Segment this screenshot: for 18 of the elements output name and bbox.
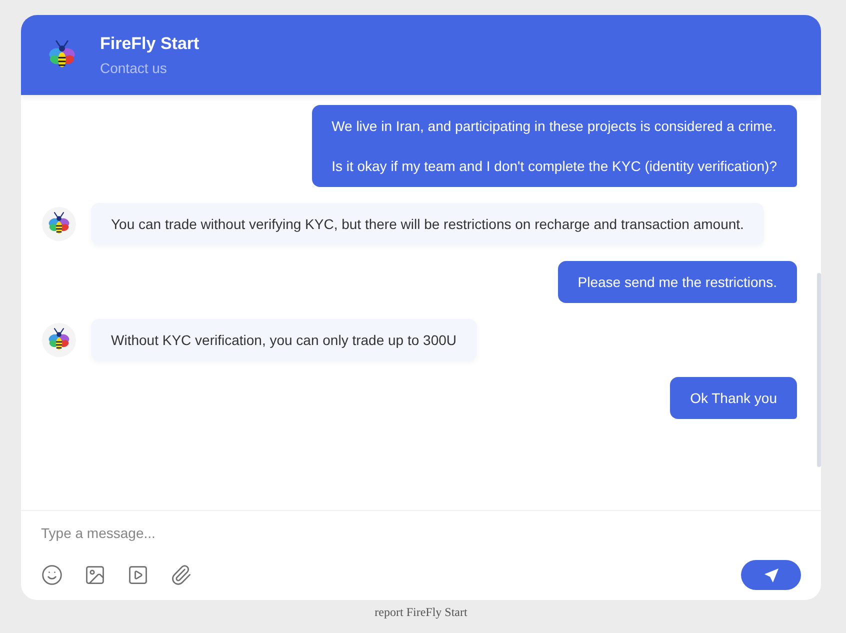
- avatar-icon: [42, 207, 76, 241]
- video-icon[interactable]: [127, 564, 149, 586]
- report-link[interactable]: report FireFly Start: [374, 605, 468, 619]
- message-text: Please send me the restrictions.: [578, 273, 777, 292]
- image-icon[interactable]: [84, 564, 106, 586]
- message-text: Without KYC verification, you can only trade up to 300U: [111, 331, 457, 350]
- paperclip-icon[interactable]: [170, 564, 192, 586]
- message-text: Is it okay if my team and I don't complete the KYC (identity verification)?: [332, 157, 777, 176]
- chat-title: FireFly Start: [100, 33, 200, 55]
- send-button[interactable]: [741, 560, 801, 590]
- message-text: Ok Thank you: [690, 389, 777, 408]
- message-input[interactable]: Type a message...: [41, 522, 801, 544]
- chat-subtitle: Contact us: [100, 59, 168, 77]
- smile-icon[interactable]: [41, 564, 63, 586]
- send-icon: [764, 568, 778, 582]
- avatar-icon: [42, 323, 76, 357]
- message-text: You can trade without verifying KYC, but there will be restrictions on recharge and transaction amount.: [111, 215, 744, 234]
- message-text: We live in Iran, and participating in these projects is considered a crime.: [332, 117, 777, 136]
